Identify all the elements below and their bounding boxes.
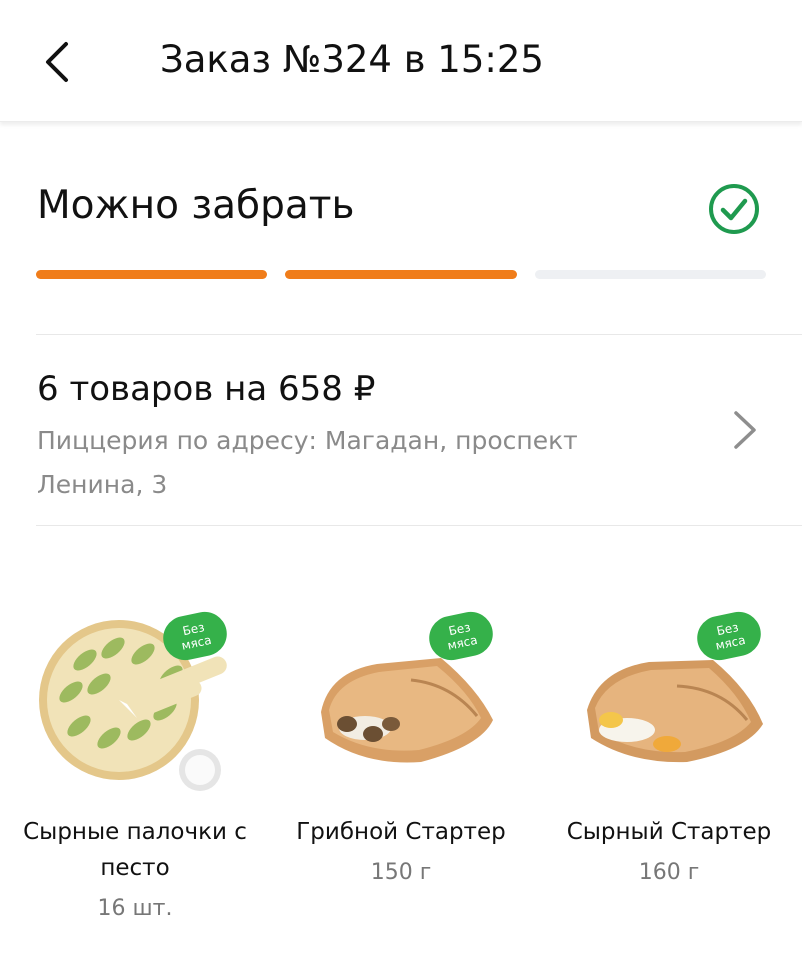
product-name: Грибной Стартер — [296, 819, 506, 845]
page-title: Заказ №324 в 15:25 — [160, 38, 544, 81]
progress-step-2 — [285, 270, 517, 279]
divider — [36, 525, 802, 526]
product-name: Сырный Стартер — [566, 819, 772, 845]
product-name: Сырные палочки с песто — [23, 819, 247, 881]
product-weight: 150 г — [370, 860, 432, 885]
back-button[interactable] — [30, 34, 86, 90]
check-circle-icon — [709, 184, 759, 234]
product-weight: 160 г — [638, 860, 700, 885]
order-summary-row[interactable]: 6 товаров на 658 ₽ Пиццерия по адресу: М… — [0, 336, 802, 524]
divider — [36, 334, 802, 335]
progress-step-1 — [36, 270, 267, 279]
progress-step-3 — [535, 270, 766, 279]
product-weight: 16 шт. — [97, 896, 173, 921]
chevron-left-icon — [46, 42, 68, 82]
chevron-right-icon — [734, 411, 756, 449]
app-header: Заказ №324 в 15:25 — [0, 0, 802, 122]
order-total: 6 товаров на 658 ₽ — [37, 369, 376, 409]
order-status-label: Можно забрать — [37, 183, 355, 228]
pizzeria-address: Пиццерия по адресу: Магадан, проспект Ле… — [37, 426, 578, 499]
